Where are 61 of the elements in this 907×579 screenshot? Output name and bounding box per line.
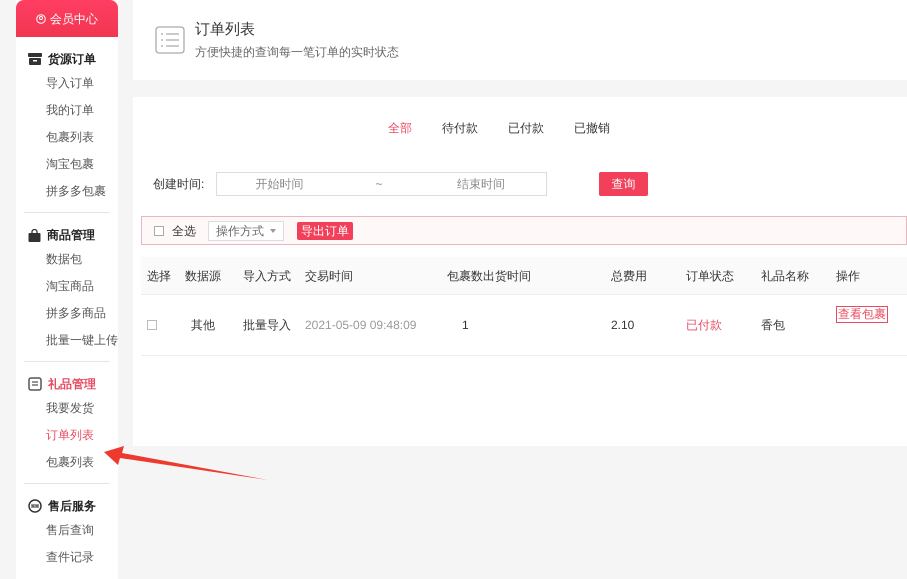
action-select[interactable]: 操作方式	[208, 220, 284, 240]
sidebar-item[interactable]: 批量一键上传	[24, 327, 118, 354]
column-header: 选择	[147, 268, 171, 282]
status-text: 已付款	[686, 318, 722, 332]
column-header: 礼品名称	[761, 268, 809, 282]
group-title[interactable]: 商品管理	[47, 226, 95, 244]
sidebar-item[interactable]: 拼多多商品	[24, 300, 118, 327]
start-placeholder: 开始时间	[254, 176, 304, 193]
column-header: 交易时间	[305, 268, 353, 282]
group-title[interactable]: 货源订单	[48, 50, 96, 68]
table-cell: 其他	[191, 318, 215, 332]
select-all-label: 全选	[172, 222, 196, 240]
table-cell: 批量导入	[243, 318, 291, 332]
column-header: 数据源	[185, 268, 221, 282]
status-tab[interactable]: 已撤销	[574, 119, 610, 137]
export-button[interactable]: 导出订单	[297, 222, 353, 240]
page-subtitle: 方便快捷的查询每一笔订单的实时状态	[195, 44, 399, 62]
column-header: 包裹数出货时间	[447, 268, 531, 282]
group-title[interactable]: 售后服务	[48, 497, 96, 515]
box-icon	[28, 53, 42, 65]
clock-icon	[28, 499, 42, 513]
table-cell: 2021-05-09 09:48:09	[305, 318, 416, 332]
group-title[interactable]: 礼品管理	[48, 375, 96, 393]
view-package-button[interactable]: 查看包裹	[836, 306, 888, 323]
column-header: 导入方式	[243, 268, 291, 282]
column-header: 总费用	[611, 268, 647, 282]
status-tab[interactable]: 全部	[388, 119, 412, 137]
column-header: 操作	[836, 268, 860, 282]
sidebar-item[interactable]: 我要发货	[24, 395, 118, 422]
sidebar-item[interactable]: 淘宝商品	[24, 273, 118, 300]
end-placeholder: 结束时间	[456, 176, 506, 193]
sidebar-item[interactable]: 售后查询	[24, 517, 118, 544]
page-title: 订单列表	[195, 20, 256, 40]
range-separator: ~	[374, 176, 384, 193]
caret-icon	[270, 228, 276, 232]
document-icon	[28, 377, 42, 391]
sidebar-item[interactable]: 淘宝包裹	[24, 151, 118, 178]
checkbox[interactable]	[147, 320, 157, 330]
member-banner[interactable]: 会员中心	[16, 0, 118, 37]
sidebar-item[interactable]: 包裹列表	[24, 449, 118, 476]
status-tab[interactable]: 待付款	[442, 119, 478, 137]
sidebar-item[interactable]: 查件记录	[24, 544, 118, 571]
filter-label: 创建时间:	[153, 176, 206, 193]
column-header: 订单状态	[686, 268, 734, 282]
list-icon	[155, 26, 185, 54]
sidebar-item[interactable]: 数据包	[24, 246, 118, 273]
sidebar-item[interactable]: 包裹列表	[24, 124, 118, 151]
date-range-field[interactable]: 开始时间 ~ 结束时间	[216, 172, 547, 196]
table-cell: 1	[462, 318, 469, 332]
sidebar-item[interactable]: 订单列表	[24, 422, 118, 449]
status-tab[interactable]: 已付款	[508, 119, 544, 137]
table-cell: 香包	[761, 318, 785, 332]
query-button[interactable]: 查询	[599, 172, 648, 196]
sidebar-item[interactable]: 拼多多包裹	[24, 178, 118, 205]
checkbox[interactable]	[154, 226, 164, 236]
sidebar-item[interactable]: 我的订单	[24, 97, 118, 124]
banner-text: 会员中心	[50, 10, 98, 28]
user-icon	[36, 14, 46, 24]
table-cell: 2.10	[611, 318, 634, 332]
bag-icon	[28, 228, 41, 242]
sidebar-item[interactable]: 导入订单	[24, 70, 118, 97]
